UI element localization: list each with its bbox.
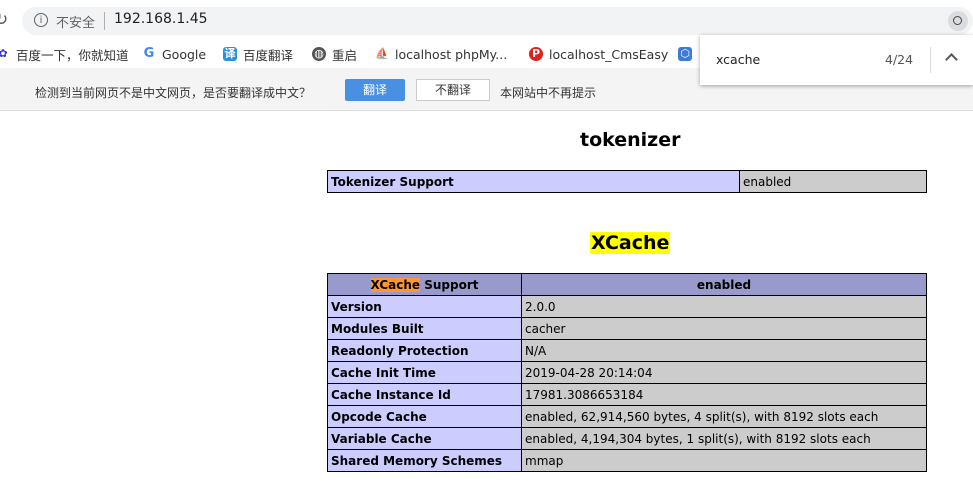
- p-badge-icon: P: [529, 47, 543, 61]
- omnibox-divider: [104, 12, 105, 30]
- find-bar: xcache 4/24: [700, 35, 973, 85]
- table-key: Opcode Cache: [327, 405, 522, 428]
- bookmark-label: 重启: [332, 47, 358, 63]
- table-row: Opcode Cache enabled, 62,914,560 bytes, …: [327, 405, 927, 428]
- table-row: Cache Instance Id 17981.3086653184: [327, 383, 927, 406]
- search-highlight: XCache: [370, 277, 421, 292]
- security-status[interactable]: 不安全: [56, 12, 95, 31]
- table-value: 2.0.0: [521, 295, 927, 318]
- bookmark-label: localhost_CmsEasy: [549, 46, 669, 62]
- translate-button[interactable]: 翻译: [345, 79, 405, 101]
- table-row: Shared Memory Schemes mmap: [327, 449, 927, 472]
- table-row: Version 2.0.0: [327, 295, 927, 318]
- baidu-translate-icon: 译: [223, 47, 237, 61]
- table-value: 17981.3086653184: [521, 383, 927, 406]
- never-translate-link[interactable]: 本网站中不再提示: [500, 84, 596, 101]
- table-value: mmap: [521, 449, 927, 472]
- address-bar: ↻ i 不安全 192.168.1.45: [0, 0, 973, 40]
- table-row: Readonly Protection N/A: [327, 339, 927, 362]
- bookmark-label: localhost phpMy...: [395, 46, 508, 62]
- table-value: cacher: [521, 317, 927, 340]
- bookmark-baidu[interactable]: ✿ 百度一下，你就知道: [0, 45, 129, 63]
- table-row: Cache Init Time 2019-04-28 20:14:04: [327, 361, 927, 384]
- bookmark-overflow[interactable]: ⬡: [678, 45, 698, 63]
- phpmyadmin-icon: ⛵: [375, 47, 389, 60]
- bookmark-restart[interactable]: ◍ 重启: [312, 45, 357, 63]
- tokenizer-table: Tokenizer Support enabled: [327, 170, 927, 193]
- table-value: enabled, 62,914,560 bytes, 4 split(s), w…: [521, 405, 927, 428]
- chevron-up-icon[interactable]: [946, 52, 956, 62]
- table-key: Tokenizer Support: [327, 170, 740, 193]
- no-translate-button[interactable]: 不翻译: [416, 79, 490, 101]
- table-key: Variable Cache: [327, 427, 522, 450]
- table-header-key: XCache Support: [327, 273, 522, 296]
- baidu-paw-icon: ✿: [0, 47, 8, 60]
- find-divider: [930, 47, 931, 73]
- info-icon[interactable]: i: [34, 13, 48, 27]
- table-row: Modules Built cacher: [327, 317, 927, 340]
- google-g-icon: G: [143, 46, 155, 61]
- search-icon[interactable]: [948, 11, 968, 31]
- bookmark-phpmyadmin[interactable]: ⛵ localhost phpMy...: [375, 45, 507, 63]
- table-header-row: XCache Support enabled: [327, 273, 927, 296]
- table-header-value: enabled: [521, 273, 927, 296]
- table-value: N/A: [521, 339, 927, 362]
- table-key: Readonly Protection: [327, 339, 522, 362]
- header-key-rest: Support: [420, 277, 479, 292]
- table-value: 2019-04-28 20:14:04: [521, 361, 927, 384]
- bookmark-label: 百度翻译: [243, 47, 294, 63]
- find-match-count: 4/24: [885, 52, 914, 67]
- bookmark-cmseasy[interactable]: P localhost_CmsEasy: [529, 45, 668, 63]
- table-row: Tokenizer Support enabled: [327, 170, 927, 193]
- bookmark-google[interactable]: G Google: [142, 45, 206, 63]
- bookmark-label: 百度一下，你就知道: [16, 47, 129, 63]
- find-input[interactable]: xcache: [716, 52, 760, 67]
- xcache-heading: XCache: [590, 232, 671, 254]
- xcache-table: XCache Support enabled Version 2.0.0 Mod…: [327, 273, 927, 472]
- table-key: Shared Memory Schemes: [327, 449, 522, 472]
- table-key: Cache Instance Id: [327, 383, 522, 406]
- table-value: enabled, 4,194,304 bytes, 1 split(s), wi…: [521, 427, 927, 450]
- tokenizer-heading: tokenizer: [580, 129, 681, 151]
- table-key: Modules Built: [327, 317, 522, 340]
- bookmark-label: Google: [162, 46, 207, 62]
- hexagon-icon: ⬡: [678, 47, 692, 61]
- reload-icon[interactable]: ↻: [0, 9, 16, 31]
- table-row: Variable Cache enabled, 4,194,304 bytes,…: [327, 427, 927, 450]
- bookmark-baidu-translate[interactable]: 译 百度翻译: [223, 45, 293, 63]
- globe-icon: ◍: [312, 47, 326, 61]
- translate-message: 检测到当前网页不是中文网页，是否要翻译成中文？: [35, 86, 312, 100]
- table-key: Version: [327, 295, 522, 318]
- url-text[interactable]: 192.168.1.45: [114, 11, 208, 27]
- table-key: Cache Init Time: [327, 361, 522, 384]
- table-value: enabled: [739, 170, 927, 193]
